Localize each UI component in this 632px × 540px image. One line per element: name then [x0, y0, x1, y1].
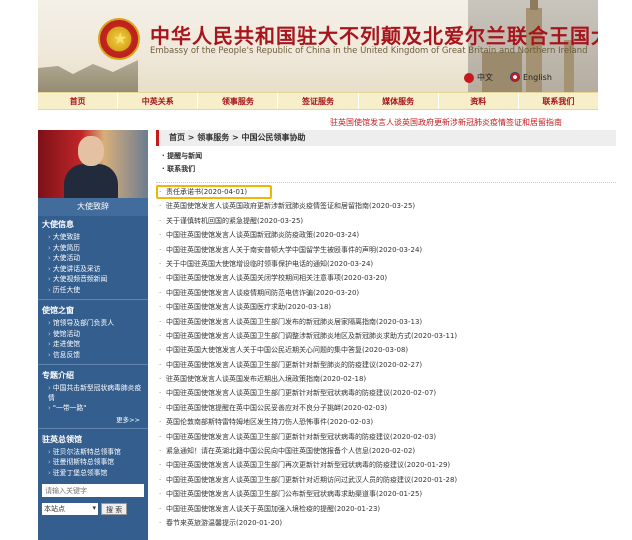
sidebar-item[interactable]: 走进使馆 [48, 339, 144, 350]
sub-link-contact[interactable]: 联系我们 [162, 163, 610, 176]
sidebar-section-topics: 专题介绍 中国共击新型冠状病毒肺炎疫情 "一带一路" 更多>> [38, 367, 148, 426]
sidebar-item[interactable]: "一带一路" [48, 403, 144, 414]
list-item[interactable]: 驻英国使馆发言人谈英国政府更新涉新冠肺炎疫情签证和居留指南(2020-03-25… [156, 199, 616, 213]
sidebar-item[interactable]: 驻曼彻斯特总领事馆 [48, 457, 144, 468]
breadcrumb: 首页 > 领事服务 > 中国公民领事协助 [156, 130, 616, 146]
list-item[interactable]: 中国驻英国使馆发言人谈关于英国加强入境检疫的提醒(2020-01-23) [156, 502, 616, 516]
list-item[interactable]: 中国驻英国使馆发言人谈英国新冠肺炎防疫政策(2020-03-24) [156, 228, 616, 242]
china-flag-icon [464, 72, 474, 83]
site-header: 中华人民共和国驻大不列颠及北爱尔兰联合王国大使馆 Embassy of the … [38, 0, 598, 92]
sidebar-item[interactable]: 大使致辞 [48, 232, 144, 243]
section-title: 大使信息 [42, 220, 74, 229]
sidebar-section-embassy: 使馆之窗 馆领导及部门负责人 使馆活动 走进使馆 信息反馈 [38, 302, 148, 362]
sidebar-item[interactable]: 驻爱丁堡总领事馆 [48, 468, 144, 479]
list-item[interactable]: 中国驻英国使馆提醒在英中国公民妥善应对不良分子挑衅(2020-02-03) [156, 401, 616, 415]
nav-media-services[interactable]: 媒体服务 [359, 93, 439, 109]
nav-resources[interactable]: 资料 [439, 93, 519, 109]
nav-visa-services[interactable]: 签证服务 [278, 93, 359, 109]
main-content: 首页 > 领事服务 > 中国公民领事协助 提醒与新闻 联系我们 责任承诺书(20… [156, 130, 616, 530]
list-item[interactable]: 中国驻英国使馆发言人谈英国卫生部门发布的新冠肺炎居家隔离指南(2020-03-1… [156, 315, 616, 329]
ambassador-photo[interactable] [38, 130, 148, 198]
list-item[interactable]: 中国驻英国使馆发言人谈英国卫生部门更新针对近期访问过武汉人员的防疫建议(2020… [156, 473, 616, 487]
sidebar-section-consulates: 驻英总领馆 驻贝尔法斯特总领事馆 驻曼彻斯特总领事馆 驻爱丁堡总领事馆 [38, 431, 148, 481]
list-item[interactable]: 中国驻英国使馆发言人谈英国卫生部门更新针对新型冠状病毒的防疫建议(2020-02… [156, 430, 616, 444]
sidebar-section-ambassador: 大使信息 大使致辞 大使简历 大使活动 大使讲话及采访 大使视频音频新闻 历任大… [38, 216, 148, 297]
search-input[interactable] [42, 484, 144, 497]
list-item[interactable]: 中国驻英国使馆发言人谈英国卫生部门更新针对新型冠状病毒的防疫建议(2020-02… [156, 386, 616, 400]
list-item[interactable]: 中国驻英国大使馆发言人关于中国公民近期关心问题的集中答复(2020-03-08) [156, 343, 616, 357]
list-item[interactable]: 英国伦敦南部斯特雷特姆地区发生持刀伤人恐怖事件(2020-02-03) [156, 415, 616, 429]
section-title: 使馆之窗 [42, 306, 74, 315]
list-item[interactable]: 关于中国驻英国大使馆增设临时领事保护电话的通知(2020-03-24) [156, 257, 616, 271]
sidebar-item[interactable]: 馆领导及部门负责人 [48, 318, 144, 329]
sidebar-item[interactable]: 驻贝尔法斯特总领事馆 [48, 447, 144, 458]
lang-english-link[interactable]: English [510, 72, 552, 82]
list-item[interactable]: 驻英国使馆发言人谈英国发布近期出入境政策指南(2020-02-18) [156, 372, 616, 386]
nav-china-uk-relations[interactable]: 中英关系 [118, 93, 199, 109]
chevron-down-icon: ▾ [92, 504, 96, 512]
list-item[interactable]: 中国驻英国使馆发言人谈英国卫生部门调整涉新冠肺炎地区及新冠肺炎求助方式(2020… [156, 329, 616, 343]
main-nav: 首页 中英关系 领事服务 签证服务 媒体服务 资料 联系我们 [38, 92, 598, 110]
list-item[interactable]: 中国驻英国使馆发言人谈英国卫生部门再次更新针对新型冠状病毒的防疫建议(2020-… [156, 458, 616, 472]
section-title: 驻英总领馆 [42, 434, 82, 444]
list-item[interactable]: 中国驻英国使馆发言人谈英国关闭学校期间相关注意事项(2020-03-20) [156, 271, 616, 285]
site-title-en: Embassy of the People's Republic of Chin… [150, 46, 588, 56]
sidebar-item[interactable]: 大使视频音频新闻 [48, 274, 144, 285]
sidebar-item[interactable]: 历任大使 [48, 285, 144, 296]
sidebar-item[interactable]: 中国共击新型冠状病毒肺炎疫情 [48, 383, 144, 403]
sidebar-item[interactable]: 信息反馈 [48, 350, 144, 361]
sub-links: 提醒与新闻 联系我们 [156, 146, 616, 180]
sidebar-item[interactable]: 大使简历 [48, 243, 144, 254]
more-link[interactable]: 更多>> [42, 414, 144, 424]
sub-link-reminders[interactable]: 提醒与新闻 [162, 150, 610, 163]
list-item[interactable]: 中国驻英国使馆发言人谈英国卫生部门更新针对新型肺炎的防疫建议(2020-02-2… [156, 358, 616, 372]
list-item[interactable]: 中国驻英国使馆发言人谈英国卫生部门公布新型冠状病毒求助渠道事(2020-01-2… [156, 487, 616, 501]
article-list: 责任承诺书(2020-04-01) 驻英国使馆发言人谈英国政府更新涉新冠肺炎疫情… [156, 185, 616, 530]
photo-caption[interactable]: 大使致辞 [38, 198, 148, 216]
news-marquee[interactable]: 驻英国使馆发言人谈英国政府更新涉新冠肺炎疫情签证和居留指南 [330, 117, 632, 128]
uk-flag-icon [510, 72, 520, 82]
search-button[interactable]: 搜 索 [101, 503, 128, 515]
list-item[interactable]: 责任承诺书(2020-04-01) [156, 185, 272, 200]
nav-consular-services[interactable]: 领事服务 [198, 93, 279, 109]
sidebar-item[interactable]: 使馆活动 [48, 329, 144, 340]
lang-chinese-link[interactable]: 中文 [464, 72, 493, 83]
list-item[interactable]: 中国驻英国使馆发言人关于南安普顿大学中国留学生被殴事件的声明(2020-03-2… [156, 243, 616, 257]
nav-home[interactable]: 首页 [38, 93, 119, 109]
site-title-cn: 中华人民共和国驻大不列颠及北爱尔兰联合王国大使馆 [150, 24, 598, 48]
sidebar-item[interactable]: 大使活动 [48, 253, 144, 264]
sidebar: 大使致辞 大使信息 大使致辞 大使简历 大使活动 大使讲话及采访 大使视频音频新… [38, 130, 148, 540]
section-title: 专题介绍 [42, 371, 74, 380]
list-item[interactable]: 紧急通知！请在英湖北籍中国公民向中国驻英国使馆报备个人信息(2020-02-02… [156, 444, 616, 458]
list-item[interactable]: 中国驻英国使馆发言人谈英国医疗求助(2020-03-18) [156, 300, 616, 314]
nav-contact-us[interactable]: 联系我们 [519, 93, 598, 109]
list-item[interactable]: 关于谨慎转机回国的紧急提醒(2020-03-25) [156, 214, 616, 228]
national-emblem-icon[interactable] [98, 18, 140, 60]
search-scope-select[interactable]: 本站点 ▾ [42, 503, 98, 515]
list-item[interactable]: 春节来英旅游温馨提示(2020-01-20) [156, 516, 616, 530]
list-item[interactable]: 中国驻英国使馆发言人谈疫情期间防范电信诈骗(2020-03-20) [156, 286, 616, 300]
sidebar-item[interactable]: 大使讲话及采访 [48, 264, 144, 275]
